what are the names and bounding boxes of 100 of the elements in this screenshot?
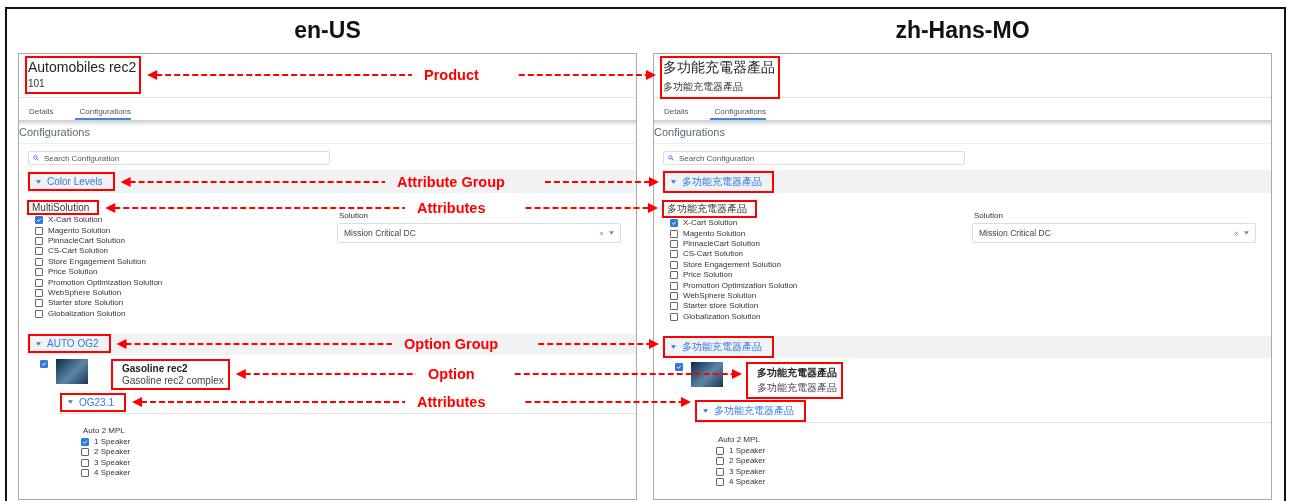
attribute-group-header[interactable]: Color Levels bbox=[28, 172, 115, 191]
checkbox-label: 2 Speaker bbox=[94, 448, 131, 457]
search-icon bbox=[668, 155, 674, 161]
dropdown-field[interactable]: Mission Critical DC bbox=[972, 223, 1256, 243]
checkbox-label: 4 Speaker bbox=[94, 469, 131, 478]
subgroup-header[interactable]: OG23.1 bbox=[60, 392, 127, 412]
attribute-label: MultiSolution bbox=[27, 200, 100, 215]
option-name: Gasoline rec2 bbox=[122, 362, 189, 374]
checkbox-label: 4 Speaker bbox=[729, 478, 766, 487]
attribute-label: Auto 2 MPL bbox=[82, 424, 126, 437]
checkbox-label: X-Cart Solution bbox=[683, 219, 738, 228]
locale-heading: zh-Hans-MO bbox=[894, 16, 1031, 45]
checkbox-label: 1 Speaker bbox=[94, 438, 131, 447]
checkbox[interactable] bbox=[81, 458, 89, 467]
dropdown-field[interactable]: Mission Critical DC bbox=[337, 223, 621, 243]
checkbox-label: X-Cart Solution bbox=[48, 216, 103, 225]
checkbox[interactable] bbox=[675, 362, 683, 371]
search-icon bbox=[33, 155, 39, 161]
caret-icon bbox=[671, 179, 676, 184]
tab[interactable]: Details bbox=[664, 104, 695, 120]
annotation-label: Attribute Group bbox=[397, 174, 505, 190]
checkbox-label: Store Engagement Solution bbox=[683, 260, 781, 269]
attribute-label: Solution bbox=[338, 210, 369, 222]
annotation-label: Option bbox=[428, 366, 475, 382]
checkbox[interactable] bbox=[35, 247, 43, 256]
photo-placeholder bbox=[691, 361, 723, 387]
option-name: 多功能充電器產品 bbox=[757, 365, 837, 380]
checkbox[interactable] bbox=[81, 469, 89, 478]
product-code: 多功能充電器產品 bbox=[663, 80, 744, 94]
checkbox[interactable] bbox=[670, 250, 678, 259]
checkbox-label: Promotion Optimization Solution bbox=[48, 278, 163, 287]
checkbox[interactable] bbox=[670, 219, 678, 228]
checkbox-label: PinnacleCart Solution bbox=[683, 239, 760, 248]
section-title: Configurations bbox=[19, 126, 636, 144]
photo-placeholder bbox=[56, 358, 88, 384]
checkbox[interactable] bbox=[35, 216, 43, 225]
checkbox[interactable] bbox=[35, 288, 43, 297]
checkbox[interactable] bbox=[716, 457, 724, 466]
checkbox[interactable] bbox=[670, 281, 678, 290]
checkbox[interactable] bbox=[716, 478, 724, 487]
annotation-label: Attributes bbox=[417, 394, 486, 410]
search-field[interactable]: Search Configuration bbox=[663, 151, 965, 165]
checkbox-label: Store Engagement Solution bbox=[48, 257, 146, 266]
checkbox-label: Magento Solution bbox=[683, 229, 746, 238]
checkbox-label: Globalization Solution bbox=[683, 312, 761, 321]
checkbox-label: Starter store Solution bbox=[48, 299, 124, 308]
checkbox[interactable] bbox=[670, 239, 678, 248]
annotation-label: Attributes bbox=[417, 200, 486, 216]
checkbox[interactable] bbox=[670, 302, 678, 311]
checkbox-label: Starter store Solution bbox=[683, 302, 759, 311]
checkbox[interactable] bbox=[40, 359, 48, 368]
section-title: Configurations bbox=[654, 126, 1271, 144]
product-title: 多功能充電器產品 bbox=[663, 59, 775, 77]
checkbox[interactable] bbox=[716, 447, 724, 456]
tab[interactable]: Details bbox=[29, 104, 60, 120]
checkbox[interactable] bbox=[670, 291, 678, 300]
checkbox[interactable] bbox=[670, 260, 678, 269]
caret-icon bbox=[1244, 231, 1249, 235]
checkbox-label: Globalization Solution bbox=[48, 309, 126, 318]
checkbox[interactable] bbox=[35, 278, 43, 287]
caret-icon bbox=[671, 344, 676, 349]
option-group-header[interactable]: 多功能充電器產品 bbox=[663, 335, 774, 358]
caret-icon bbox=[703, 409, 708, 414]
attribute-group-header[interactable]: 多功能充電器產品 bbox=[663, 170, 774, 193]
attribute-label: Solution bbox=[973, 210, 1004, 222]
clear-icon[interactable] bbox=[1234, 230, 1239, 236]
attribute-label: 多功能充電器產品 bbox=[662, 200, 757, 218]
caret-icon bbox=[68, 400, 73, 405]
caret-icon bbox=[609, 231, 614, 235]
annotation-label: Product bbox=[424, 67, 479, 83]
checkbox-label: WebSphere Solution bbox=[48, 288, 122, 297]
checkbox-label: Promotion Optimization Solution bbox=[683, 281, 798, 290]
checkbox[interactable] bbox=[670, 312, 678, 321]
checkbox[interactable] bbox=[35, 299, 43, 308]
checkbox[interactable] bbox=[35, 257, 43, 266]
checkbox[interactable] bbox=[716, 467, 724, 476]
checkbox[interactable] bbox=[35, 309, 43, 318]
checkbox[interactable] bbox=[35, 226, 43, 235]
checkbox-label: 3 Speaker bbox=[729, 467, 766, 476]
option-group-header[interactable]: AUTO OG2 bbox=[28, 334, 111, 354]
checkbox[interactable] bbox=[81, 438, 89, 447]
checkbox-label: PinnacleCart Solution bbox=[48, 236, 125, 245]
caret-icon bbox=[36, 341, 41, 346]
option-description: Gasoline rec2 complex bbox=[122, 374, 224, 386]
checkbox-label: 1 Speaker bbox=[729, 447, 766, 456]
search-field[interactable]: Search Configuration bbox=[28, 151, 330, 165]
checkbox[interactable] bbox=[35, 268, 43, 277]
checkbox-label: Price Solution bbox=[48, 268, 98, 277]
checkbox[interactable] bbox=[670, 229, 678, 238]
checkbox-label: Price Solution bbox=[683, 271, 733, 280]
checkbox-label: CS-Cart Solution bbox=[48, 247, 109, 256]
checkbox-label: 3 Speaker bbox=[94, 458, 131, 467]
subgroup-header[interactable]: 多功能充電器產品 bbox=[695, 400, 806, 423]
checkbox[interactable] bbox=[670, 271, 678, 280]
checkbox[interactable] bbox=[35, 236, 43, 245]
clear-icon[interactable] bbox=[599, 230, 604, 236]
product-title: Automobiles rec2 bbox=[28, 59, 137, 75]
checkbox-label: CS-Cart Solution bbox=[683, 250, 744, 259]
checkbox[interactable] bbox=[81, 448, 89, 457]
attribute-label: Auto 2 MPL bbox=[717, 433, 761, 446]
